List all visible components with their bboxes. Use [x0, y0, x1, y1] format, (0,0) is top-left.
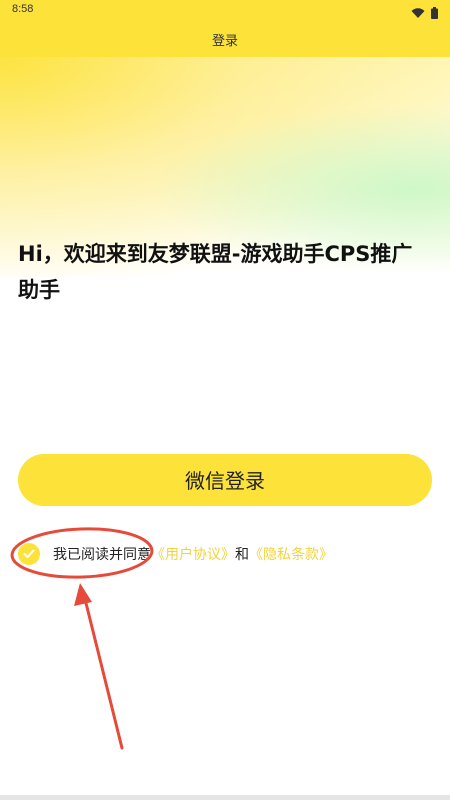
privacy-policy-link[interactable]: 《隐私条款》	[249, 544, 333, 564]
status-bar: 8:58	[0, 0, 450, 22]
page-title: 登录	[211, 34, 238, 49]
annotation-arrow-line	[82, 593, 124, 750]
user-agreement-link[interactable]: 《用户协议》	[151, 544, 235, 564]
title-bar: 登录	[0, 22, 450, 57]
welcome-heading: Hi，欢迎来到友梦联盟-游戏助手CPS推广助手	[18, 242, 413, 302]
agreement-text: 我已阅读并同意	[53, 547, 151, 563]
status-icons	[411, 4, 438, 23]
agreement-checkbox[interactable]	[18, 543, 40, 565]
status-time: 8:58	[12, 3, 34, 15]
agreement-and-text: 和	[235, 547, 249, 563]
agreement-row: 我已阅读并同意 《用户协议》 和 《隐私条款》	[18, 541, 333, 567]
wifi-icon	[411, 4, 425, 23]
wechat-login-button[interactable]: 微信登录	[18, 454, 432, 506]
home-indicator	[0, 795, 450, 800]
annotation-arrow-head	[74, 583, 92, 606]
battery-icon	[431, 4, 438, 23]
check-icon	[23, 549, 35, 558]
